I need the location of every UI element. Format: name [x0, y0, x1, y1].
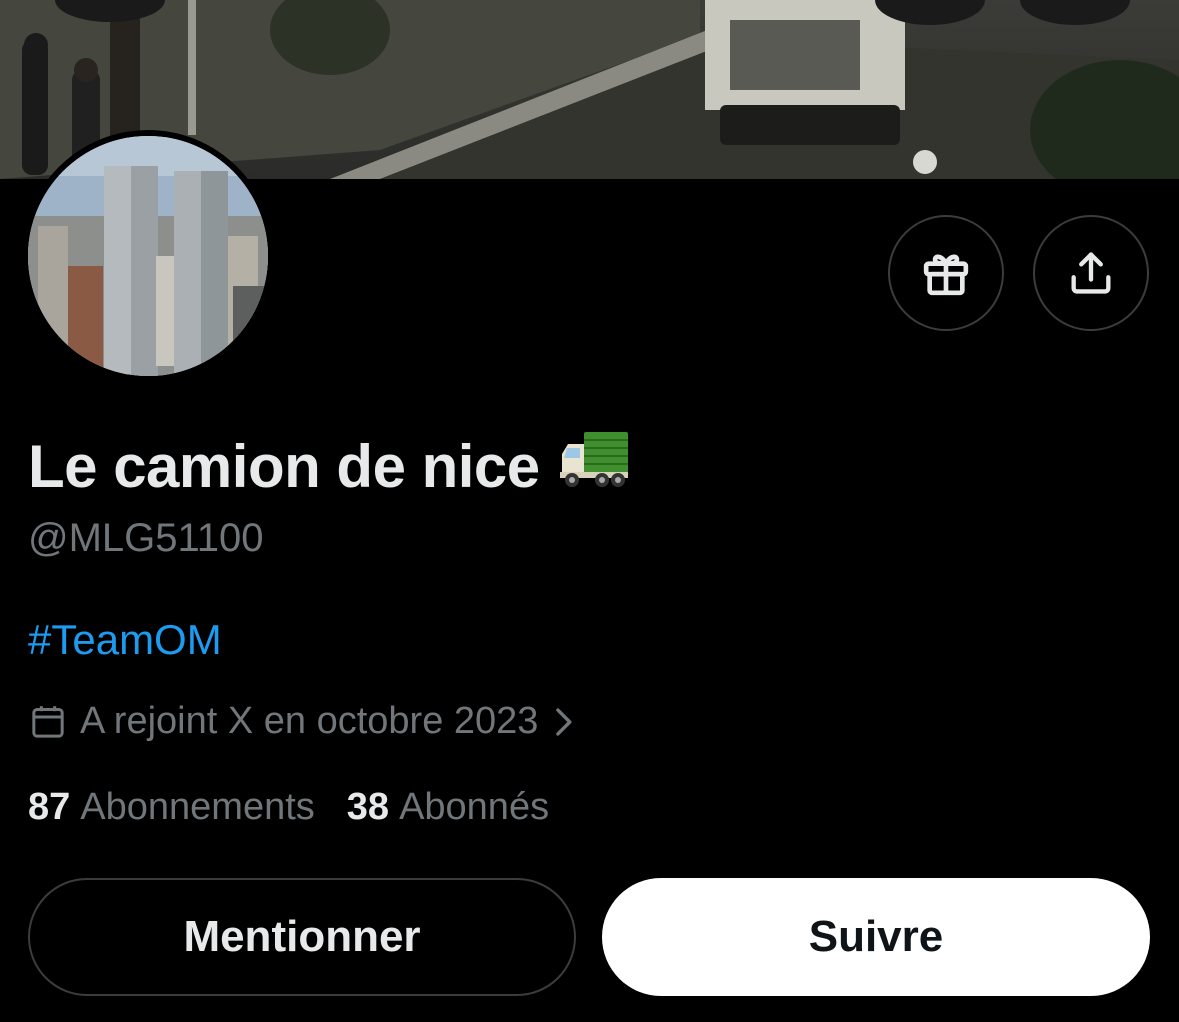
profile-handle: @MLG51100	[28, 516, 264, 560]
gift-button[interactable]	[888, 215, 1004, 331]
calendar-icon	[28, 702, 68, 742]
delivery-truck-icon	[558, 428, 630, 504]
followers-link[interactable]: 38 Abonnés	[347, 786, 549, 829]
display-name: Le camion de nice	[28, 428, 630, 504]
followers-label: Abonnés	[399, 786, 550, 828]
bio-hashtag-link[interactable]: #TeamOM	[28, 616, 222, 664]
follow-stats: 87 Abonnements 38 Abonnés	[28, 786, 581, 829]
joined-date-row[interactable]: A rejoint X en octobre 2023	[28, 700, 574, 743]
profile-avatar[interactable]	[22, 130, 274, 382]
mention-button[interactable]: Mentionner	[28, 878, 576, 996]
display-name-text: Le camion de nice	[28, 432, 540, 500]
joined-date-text: A rejoint X en octobre 2023	[80, 700, 539, 742]
chevron-right-icon	[552, 705, 574, 739]
avatar-image	[28, 136, 268, 376]
gift-icon	[923, 254, 969, 296]
share-button[interactable]	[1033, 215, 1149, 331]
following-count: 87	[28, 786, 71, 828]
followers-count: 38	[346, 786, 390, 828]
following-label: Abonnements	[80, 786, 315, 828]
follow-button[interactable]: Suivre	[602, 878, 1150, 996]
following-link[interactable]: 87 Abonnements	[28, 786, 315, 829]
share-icon	[1071, 252, 1111, 294]
